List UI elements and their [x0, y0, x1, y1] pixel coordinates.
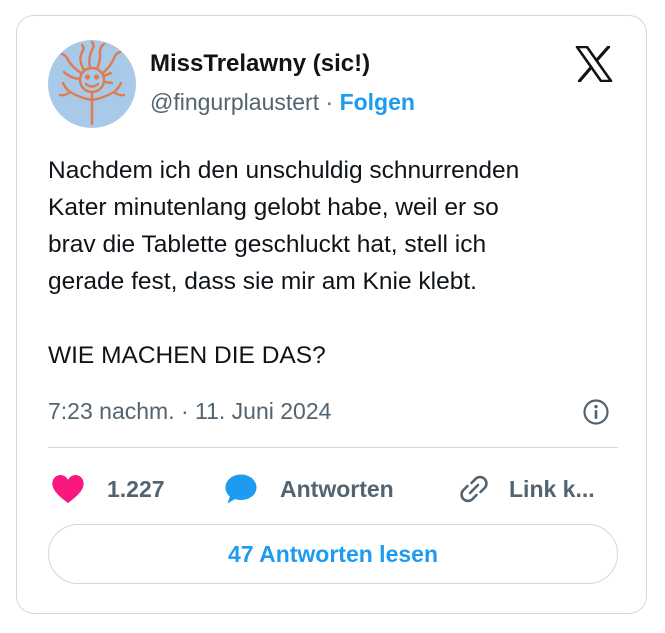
author-handle[interactable]: @fingurplaustert	[150, 89, 319, 115]
reply-label: Antworten	[280, 475, 394, 502]
info-icon[interactable]	[582, 398, 610, 426]
author-display-name[interactable]: MissTrelawny (sic!)	[150, 50, 370, 78]
author-handle-row: @fingurplaustert · Folgen	[150, 89, 415, 116]
copy-link-button[interactable]: Link k...	[457, 471, 595, 507]
tweet-text: Nachdem ich den unschuldig schnurrenden …	[48, 157, 520, 369]
read-replies-button[interactable]: 47 Antworten lesen	[48, 524, 618, 584]
tweet-timestamp[interactable]: 7:23 nachm. · 11. Juni 2024	[48, 398, 331, 425]
avatar[interactable]	[48, 40, 136, 128]
handle-separator: ·	[319, 89, 340, 115]
speech-bubble-icon	[224, 473, 258, 505]
heart-icon	[51, 474, 85, 504]
reply-button[interactable]: Antworten	[224, 471, 394, 507]
follow-link[interactable]: Folgen	[340, 89, 415, 115]
tweet-card: MissTrelawny (sic!) @fingurplaustert · F…	[16, 15, 647, 614]
like-button[interactable]: 1.227	[51, 471, 165, 507]
avatar-drawing-icon	[58, 40, 126, 126]
like-count: 1.227	[107, 475, 165, 502]
divider	[48, 447, 618, 448]
copy-link-label: Link k...	[509, 475, 595, 502]
x-logo-icon[interactable]	[574, 45, 614, 83]
link-icon	[457, 472, 491, 506]
